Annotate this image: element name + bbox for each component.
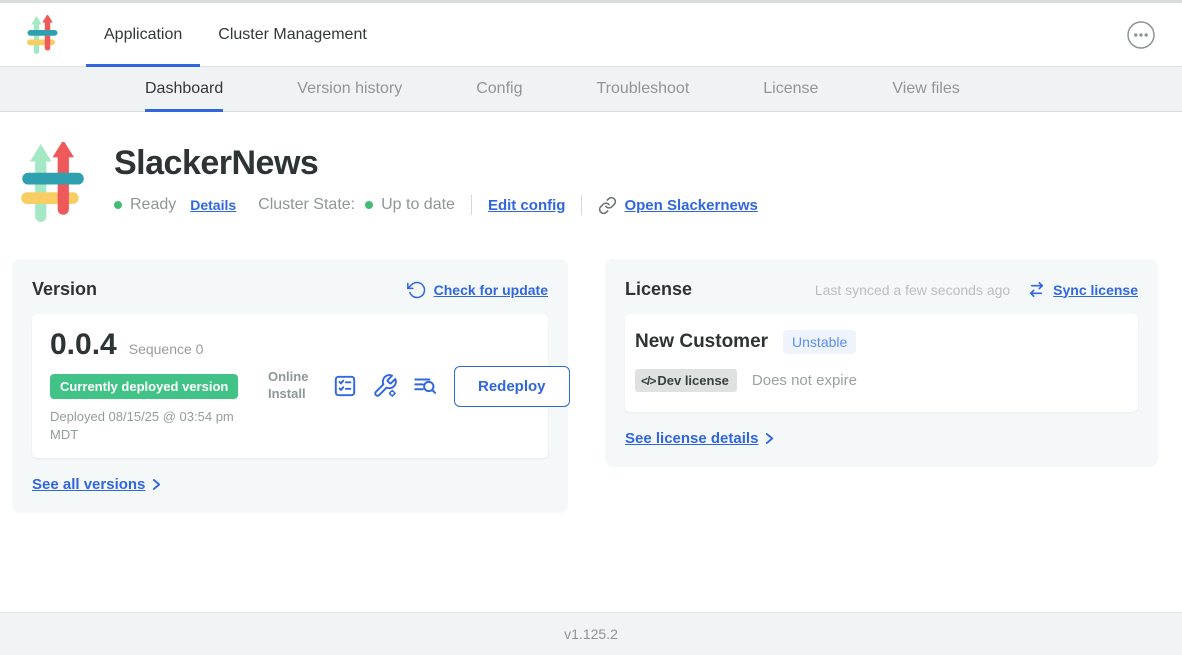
customer-name: New Customer <box>635 331 768 353</box>
install-type-label: Online Install <box>268 369 320 403</box>
app-status-row: Ready Details Cluster State: Up to date … <box>114 195 758 215</box>
license-card: License Last synced a few seconds ago Sy… <box>605 259 1158 467</box>
subnav-tab-troubleshoot[interactable]: Troubleshoot <box>596 67 689 111</box>
subnav-view-files-label: View files <box>892 80 959 98</box>
currently-deployed-badge: Currently deployed version <box>50 374 238 399</box>
subnav-license-label: License <box>763 80 818 98</box>
subnav-dashboard-label: Dashboard <box>145 80 223 98</box>
slackernews-app-icon <box>20 142 84 224</box>
details-link[interactable]: Details <box>190 197 236 213</box>
license-details-panel: New Customer Unstable </> Dev license Do… <box>625 314 1138 412</box>
dev-license-badge: </> Dev license <box>635 369 737 392</box>
license-card-header: License Last synced a few seconds ago Sy… <box>625 279 1138 300</box>
deployed-timestamp: Deployed 08/15/25 @ 03:54 pm MDT <box>50 408 255 444</box>
cluster-state-value: Up to date <box>381 196 455 214</box>
chevron-right-icon <box>765 432 774 445</box>
see-all-versions-row: See all versions <box>32 476 548 493</box>
tab-cluster-management[interactable]: Cluster Management <box>200 3 385 66</box>
app-info: SlackerNews Ready Details Cluster State:… <box>114 142 758 224</box>
sync-arrows-icon <box>1027 280 1046 299</box>
version-actions: Online Install <box>268 366 570 407</box>
link-chain-icon <box>598 196 617 215</box>
refresh-icon <box>407 280 427 300</box>
app-header: SlackerNews Ready Details Cluster State:… <box>0 112 1182 224</box>
version-action-icons <box>332 373 438 399</box>
see-license-details-link[interactable]: See license details <box>625 430 758 447</box>
see-license-details-row: See license details <box>625 430 1138 447</box>
version-number: 0.0.4 <box>50 328 117 362</box>
app-status-dot <box>114 201 122 209</box>
divider <box>471 195 472 215</box>
subnav-version-history-label: Version history <box>297 80 402 98</box>
console-version-label: v1.125.2 <box>564 626 618 642</box>
app-subnav: Dashboard Version history Config Trouble… <box>0 67 1182 112</box>
slackernews-logo-icon <box>26 15 58 55</box>
page-title: SlackerNews <box>114 144 758 183</box>
admin-console-page: Application Cluster Management Dashboard… <box>0 0 1182 655</box>
preflight-checklist-icon <box>332 373 358 399</box>
preflight-checks-button[interactable] <box>332 373 358 399</box>
see-all-versions-link[interactable]: See all versions <box>32 476 145 493</box>
console-footer: v1.125.2 <box>0 612 1182 655</box>
version-card-title: Version <box>32 279 97 300</box>
customer-row: New Customer Unstable <box>635 330 1128 354</box>
edit-config-link[interactable]: Edit config <box>488 197 566 214</box>
version-details: 0.0.4 Sequence 0 Currently deployed vers… <box>50 328 262 444</box>
sequence-label: Sequence 0 <box>129 341 204 357</box>
chevron-right-icon <box>152 478 161 491</box>
deployed-version-panel: 0.0.4 Sequence 0 Currently deployed vers… <box>32 314 548 458</box>
subnav-config-label: Config <box>476 80 522 98</box>
tab-application[interactable]: Application <box>86 3 200 66</box>
channel-badge: Unstable <box>783 330 856 354</box>
subnav-tab-config[interactable]: Config <box>476 67 522 111</box>
tab-cluster-management-label: Cluster Management <box>218 26 367 44</box>
license-card-title: License <box>625 279 692 300</box>
view-diff-button[interactable] <box>412 373 438 399</box>
ellipsis-circle-icon <box>1126 20 1156 50</box>
overflow-menu-button[interactable] <box>1126 20 1156 50</box>
subnav-tab-dashboard[interactable]: Dashboard <box>145 67 223 111</box>
subnav-troubleshoot-label: Troubleshoot <box>596 80 689 98</box>
open-app-link[interactable]: Open Slackernews <box>624 197 757 214</box>
last-synced-label: Last synced a few seconds ago <box>815 282 1010 298</box>
version-card: Version Check for update 0.0.4 Sequence <box>12 259 568 513</box>
dashboard-cards: Version Check for update 0.0.4 Sequence <box>0 224 1182 513</box>
subnav-tab-license[interactable]: License <box>763 67 818 111</box>
check-for-update-group: Check for update <box>407 280 548 300</box>
divider <box>581 195 582 215</box>
cluster-state-dot <box>365 201 373 209</box>
license-meta-row: </> Dev license Does not expire <box>635 369 1128 392</box>
main-content: SlackerNews Ready Details Cluster State:… <box>0 112 1182 612</box>
redeploy-button[interactable]: Redeploy <box>454 366 570 407</box>
sync-license-group: Last synced a few seconds ago Sync licen… <box>815 280 1138 299</box>
view-config-button[interactable] <box>372 373 398 399</box>
tab-application-label: Application <box>104 26 182 44</box>
subnav-tab-view-files[interactable]: View files <box>892 67 959 111</box>
wrench-gear-icon <box>372 373 398 399</box>
version-card-header: Version Check for update <box>32 279 548 300</box>
top-nav-tabs: Application Cluster Management <box>86 3 385 66</box>
log-search-icon <box>412 373 438 399</box>
expiry-label: Does not expire <box>752 372 857 389</box>
code-icon: </> <box>641 374 655 388</box>
dev-license-label: Dev license <box>657 373 729 388</box>
cluster-state-label: Cluster State: <box>258 196 355 214</box>
sync-license-link[interactable]: Sync license <box>1053 282 1138 298</box>
subnav-tab-version-history[interactable]: Version history <box>297 67 402 111</box>
check-for-update-link[interactable]: Check for update <box>434 282 548 298</box>
app-status-label: Ready <box>130 196 176 214</box>
top-header: Application Cluster Management <box>0 3 1182 67</box>
